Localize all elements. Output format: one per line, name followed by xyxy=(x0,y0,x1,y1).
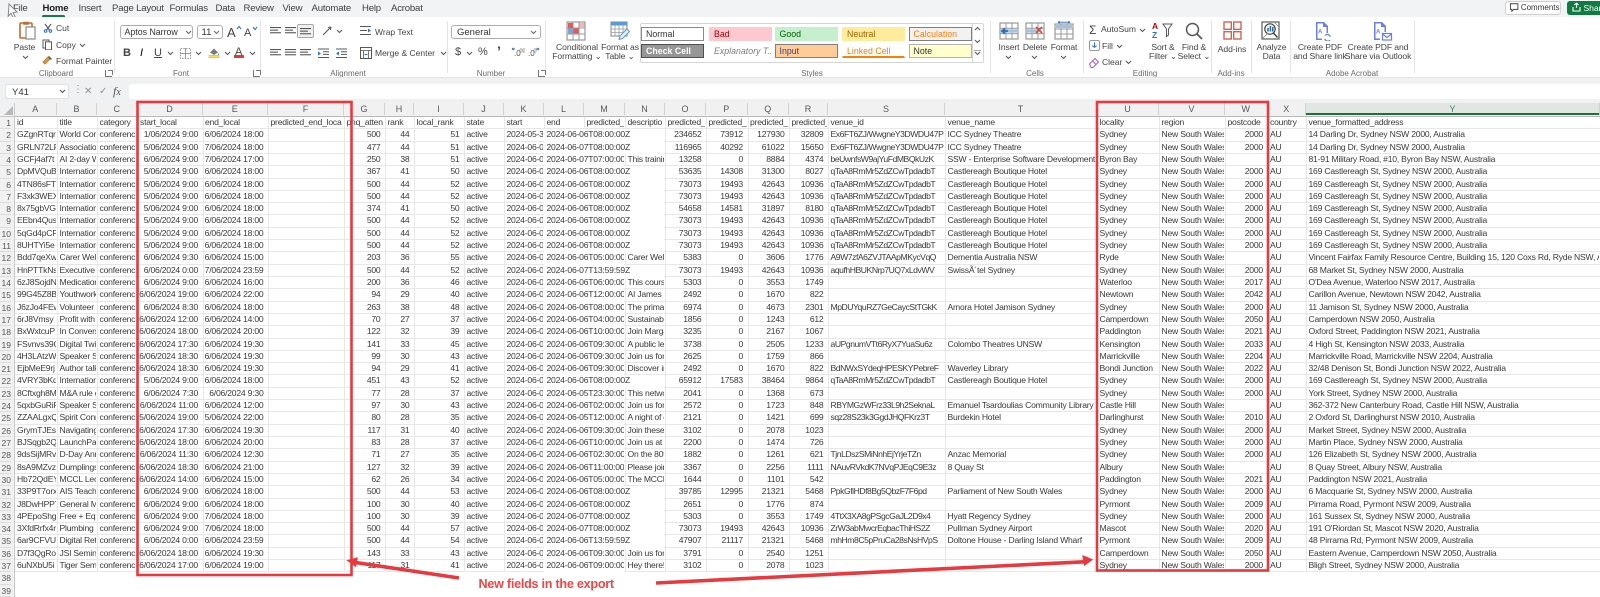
svg-text:New fields in the export: New fields in the export xyxy=(479,577,615,591)
